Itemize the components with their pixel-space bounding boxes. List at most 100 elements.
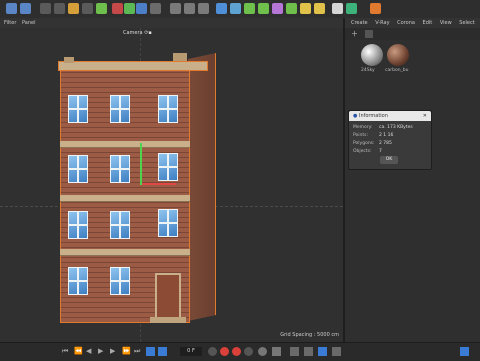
next-key-icon[interactable]: ⏩ [122,347,131,356]
floor-ledge [60,195,190,202]
dialog-title: Information [358,113,388,119]
cube-icon[interactable] [216,3,227,14]
window [158,153,178,181]
parameter-key-icon[interactable] [318,347,327,356]
menu-edit[interactable]: Edit [423,20,433,26]
undo-icon[interactable] [6,3,17,14]
info-value: 7 [379,149,382,154]
coordinate-system-icon[interactable] [150,3,161,14]
move-key-icon[interactable] [290,347,299,356]
menu-create[interactable]: Create [351,20,368,26]
ok-button[interactable]: OK [380,156,398,164]
material-label: 24Sky [361,68,375,73]
info-value: ca. 173 KBytes [379,125,413,130]
pen-icon[interactable] [230,3,241,14]
autokey-icon[interactable] [158,347,167,356]
building-model[interactable] [58,45,218,325]
go-to-end-icon[interactable]: ⏭ [134,347,143,356]
camera-icon[interactable] [300,3,311,14]
building-side-face [188,53,216,322]
window [110,95,130,123]
keyframe-icon[interactable] [208,347,217,356]
floor-icon[interactable] [286,3,297,14]
menu-select[interactable]: Select [459,20,474,26]
render-settings-icon[interactable] [198,3,209,14]
array-icon[interactable] [258,3,269,14]
floor-ledge [60,249,190,256]
menu-vray[interactable]: V-Ray [375,20,389,26]
render-view-icon[interactable] [170,3,181,14]
move-icon[interactable] [54,3,65,14]
axis-x-icon[interactable] [112,3,123,14]
timeline-bar: ⏮ ⏪ ◀ ▶ ▶ ⏩ ⏭ 0 F [0,342,480,361]
material-thumb-carbon[interactable] [387,44,409,66]
window [110,267,130,295]
front-steps [150,317,186,323]
keyframe-selection-icon[interactable] [244,347,253,356]
play-icon[interactable]: ▶ [98,347,107,356]
sound-icon[interactable] [272,347,281,356]
window [68,155,88,183]
rotate-icon[interactable] [82,3,93,14]
perspective-viewport[interactable]: Camera ⟳▪ Grid Spacing: 5000 cm [0,28,343,342]
menu-filter[interactable]: Filter [4,20,16,26]
deformer-icon[interactable] [272,3,283,14]
info-label: Points: [353,133,369,138]
move-gizmo-x[interactable] [142,183,176,185]
current-frame-field[interactable]: 0 F [180,347,202,356]
window [110,211,130,239]
info-label: Memory: [353,125,373,130]
camera-label[interactable]: Camera ⟳▪ [123,30,152,36]
subdivision-icon[interactable] [244,3,255,14]
material-options-icon[interactable] [365,30,373,38]
select-icon[interactable] [40,3,51,14]
live-selection-icon[interactable] [96,3,107,14]
menu-panel[interactable]: Panel [22,20,36,26]
scale-key-icon[interactable] [304,347,313,356]
redo-icon[interactable] [20,3,31,14]
axis-y-icon[interactable] [124,3,135,14]
scale-icon[interactable] [68,3,79,14]
previous-frame-icon[interactable]: ◀ [86,347,95,356]
info-icon: ● [353,113,358,119]
go-to-start-icon[interactable]: ⏮ [62,347,71,356]
right-panel-menu: Create V-Ray Corona Edit View Select [345,18,480,28]
window [68,267,88,295]
roof-cornice-left [64,57,74,63]
axis-z-icon[interactable] [136,3,147,14]
information-dialog: ● Information ✕ Memory: ca. 173 KBytes P… [348,110,432,170]
viewport-menu: Filter Panel [0,18,345,28]
close-icon[interactable]: ✕ [423,111,427,121]
menu-view[interactable]: View [440,20,452,26]
add-material-icon[interactable]: ＋ [351,30,359,38]
window [158,209,178,237]
stop-record-icon[interactable] [232,347,241,356]
move-gizmo-y[interactable] [140,143,142,185]
roof-cornice-right [173,53,187,61]
motion-record-icon[interactable] [258,347,267,356]
record-mode-icon[interactable] [146,347,155,356]
floor-ledge [60,141,190,148]
vray-sphere-icon[interactable] [332,3,343,14]
previous-key-icon[interactable]: ⏪ [74,347,83,356]
material-thumb-sky[interactable] [361,44,383,66]
window [158,95,178,123]
info-value: 2 1 16 [379,133,394,138]
record-icon[interactable] [220,347,229,356]
point-level-icon[interactable] [332,347,341,356]
dialog-titlebar[interactable]: ● Information ✕ [349,111,431,121]
material-label: carbon_bu [385,68,409,73]
next-frame-icon[interactable]: ▶ [110,347,119,356]
timeline-expand-icon[interactable] [460,347,469,356]
front-door [155,273,181,319]
info-label: Polygons: [353,141,375,146]
menu-corona[interactable]: Corona [397,20,415,26]
light-icon[interactable] [314,3,325,14]
grid-spacing-label: Grid Spacing : 5000 cm [280,332,339,338]
render-picture-viewer-icon[interactable] [184,3,195,14]
window [110,155,130,183]
corona-icon[interactable] [346,3,357,14]
info-value: 2 785 [379,141,392,146]
roof-cornice [58,61,208,71]
figure-icon[interactable] [370,3,381,14]
